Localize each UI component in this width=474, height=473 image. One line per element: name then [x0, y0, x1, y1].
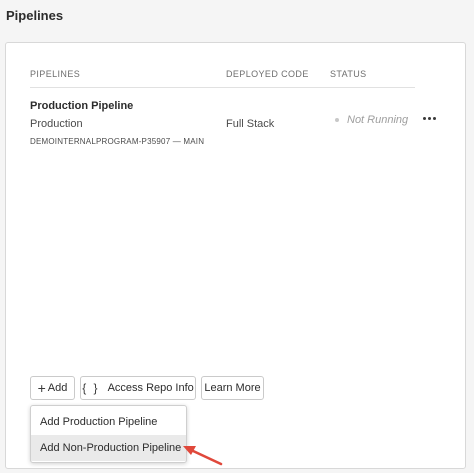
more-options-button[interactable]: [418, 111, 440, 125]
column-header-status: STATUS: [330, 69, 367, 79]
status-dot-icon: [335, 118, 339, 122]
pipeline-environment: Production: [30, 118, 83, 130]
deployed-code: Full Stack: [226, 118, 275, 130]
learn-more-button[interactable]: Learn More: [201, 376, 264, 400]
pipeline-name: Production Pipeline: [30, 100, 134, 112]
column-header-deployed-code: DEPLOYED CODE: [226, 69, 309, 79]
column-header-pipelines: PIPELINES: [30, 69, 81, 79]
section-title: Pipelines: [6, 8, 64, 23]
learn-more-label: Learn More: [204, 382, 261, 394]
plus-icon: +: [37, 380, 46, 396]
status-text: Not Running: [347, 114, 409, 126]
more-horizontal-icon: [422, 116, 426, 120]
menu-item-add-production-pipeline[interactable]: Add Production Pipeline: [31, 409, 186, 435]
pipeline-repo: DEMOINTERNALPROGRAM-P35907 — MAIN: [30, 137, 205, 146]
code-braces-icon: { }: [82, 381, 100, 395]
add-pipeline-menu: Add Production Pipeline Add Non-Producti…: [30, 405, 187, 463]
add-button[interactable]: + Add: [30, 376, 75, 400]
annotation-arrow-icon: [183, 446, 223, 466]
add-button-label: Add: [47, 382, 68, 394]
menu-item-add-non-production-pipeline[interactable]: Add Non-Production Pipeline: [31, 435, 186, 461]
access-repo-info-button[interactable]: { } Access Repo Info: [80, 376, 196, 400]
access-repo-info-label: Access Repo Info: [107, 382, 194, 394]
more-horizontal-icon: [432, 116, 436, 120]
table-header: PIPELINES DEPLOYED CODE STATUS: [30, 67, 415, 88]
more-horizontal-icon: [427, 116, 431, 120]
